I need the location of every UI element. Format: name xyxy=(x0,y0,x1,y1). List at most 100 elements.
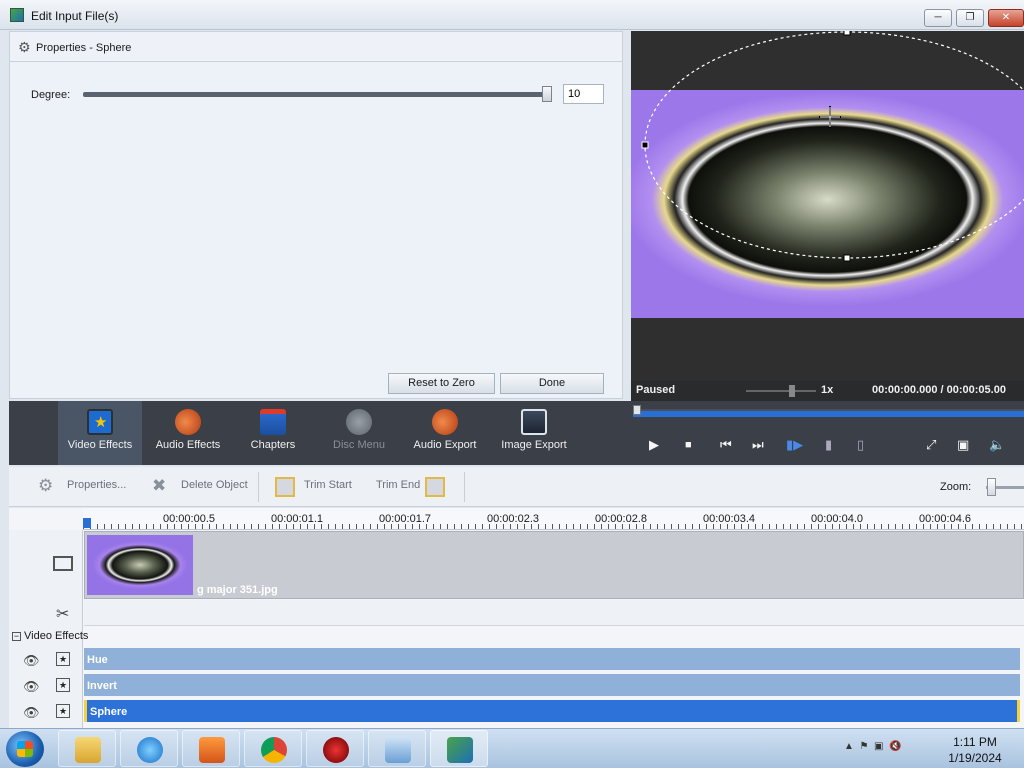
play-icon[interactable]: ▶ xyxy=(649,437,659,453)
chrome-icon xyxy=(261,737,287,763)
playhead[interactable] xyxy=(83,518,91,528)
close-icon: ✕ xyxy=(1001,12,1011,23)
clip-thumbnail[interactable] xyxy=(87,535,193,595)
volume-icon[interactable]: 🔈 xyxy=(989,437,1005,453)
degree-label: Degree: xyxy=(31,89,71,101)
loop-icon[interactable]: ▮▶ xyxy=(786,437,803,453)
snapshot-icon[interactable]: ▣ xyxy=(957,437,969,453)
degree-input[interactable] xyxy=(563,84,604,104)
app-taskbar-button[interactable] xyxy=(306,730,364,767)
start-button[interactable] xyxy=(6,731,44,767)
eye-icon[interactable]: 👁 xyxy=(23,653,40,669)
properties-panel: ⚙ Properties - Sphere Degree: Reset to Z… xyxy=(9,31,623,399)
speaker-export-icon xyxy=(432,409,458,435)
close-button[interactable]: ✕ xyxy=(988,9,1024,27)
delete-icon: ✖ xyxy=(152,476,167,495)
image-export-tab[interactable]: Image Export xyxy=(493,401,575,465)
properties-title: Properties - Sphere xyxy=(36,42,132,54)
internet-explorer-icon xyxy=(137,737,163,763)
app-icon xyxy=(10,8,24,22)
playback-speed: 1x xyxy=(821,384,834,396)
tray-icons[interactable]: ▲ ⚑ ▣ 🔇 xyxy=(844,741,901,752)
trim-end-button[interactable]: Trim End xyxy=(376,479,420,491)
effect-star-icon: ★ xyxy=(56,678,70,692)
eye-icon[interactable]: 👁 xyxy=(23,679,40,695)
maximize-button[interactable]: ❐ xyxy=(956,9,984,27)
collapse-icon[interactable]: − xyxy=(12,632,21,641)
separator xyxy=(464,472,465,502)
audio-export-tab[interactable]: Audio Export xyxy=(404,401,486,465)
title-bar: Edit Input File(s) ─ ❐ ✕ xyxy=(0,0,1024,30)
bookmark-film-icon xyxy=(260,409,286,435)
tab-label: Audio Export xyxy=(413,439,477,451)
eye-icon[interactable]: 👁 xyxy=(23,705,40,721)
speed-slider-thumb[interactable] xyxy=(789,385,795,397)
audio-effects-tab[interactable]: Audio Effects xyxy=(147,401,229,465)
media-player-icon xyxy=(199,737,225,763)
split-track[interactable] xyxy=(84,600,1024,626)
minimize-icon: ─ xyxy=(934,12,942,23)
zoom-label: Zoom: xyxy=(940,481,972,493)
disc-menu-tab[interactable]: Disc Menu xyxy=(321,401,397,465)
fullscreen-icon[interactable]: ⤢ xyxy=(926,437,936,453)
clip-filename: g major 351.jpg xyxy=(197,584,278,596)
effect-bar-hue[interactable]: Hue xyxy=(84,648,1020,670)
seek-knob[interactable] xyxy=(633,405,641,415)
trim-start-icon xyxy=(275,477,295,497)
speed-slider-track[interactable] xyxy=(746,390,816,392)
time-ruler[interactable]: 00:00:00.5 00:00:01.1 00:00:01.7 00:00:0… xyxy=(83,508,1024,530)
video-preview[interactable] xyxy=(631,31,1024,381)
done-button[interactable]: Done xyxy=(500,373,604,394)
handle-bottom[interactable] xyxy=(843,254,851,262)
tab-label: Image Export xyxy=(501,439,567,451)
media-player-taskbar-button[interactable] xyxy=(182,730,240,767)
section-title: Video Effects xyxy=(24,630,89,642)
trim-start-button[interactable]: Trim Start xyxy=(304,479,352,491)
handle-top[interactable] xyxy=(843,31,851,36)
effect-bar-invert[interactable]: Invert xyxy=(84,674,1020,696)
windows-logo-icon xyxy=(17,741,33,757)
reset-to-zero-button[interactable]: Reset to Zero xyxy=(388,373,495,394)
time-readout: 00:00:00.000 / 00:00:05.00 xyxy=(872,384,1006,396)
move-cursor-icon xyxy=(819,106,841,128)
video-editor-taskbar-button[interactable] xyxy=(430,730,488,767)
mark-out-icon[interactable]: ▯ xyxy=(857,437,864,453)
film-icon xyxy=(53,556,73,571)
star-icon: ★ xyxy=(87,409,113,435)
restore-icon: ❐ xyxy=(965,12,975,23)
action-bar: ⚙ Properties... ✖ Delete Object Trim Sta… xyxy=(9,467,1024,507)
degree-slider-thumb[interactable] xyxy=(542,86,552,102)
video-effects-section[interactable]: − Video Effects xyxy=(12,630,88,642)
delete-object-button[interactable]: Delete Object xyxy=(181,479,248,491)
timeline: 00:00:00.5 00:00:01.1 00:00:01.7 00:00:0… xyxy=(9,508,1024,728)
next-frame-icon[interactable]: ⏭ xyxy=(752,437,764,453)
stop-icon[interactable]: ■ xyxy=(685,437,692,453)
scissors-icon[interactable]: ✂ xyxy=(56,604,69,624)
previous-frame-icon[interactable]: ⏮ xyxy=(720,437,732,453)
tab-label: Chapters xyxy=(250,439,296,451)
control-panel-taskbar-button[interactable] xyxy=(368,730,426,767)
properties-button[interactable]: Properties... xyxy=(67,479,126,491)
chapters-tab[interactable]: Chapters xyxy=(237,401,309,465)
clock[interactable]: 1:11 PM 1/19/2024 xyxy=(940,734,1010,766)
sphere-ellipse[interactable] xyxy=(644,31,1024,259)
trim-end-icon xyxy=(425,477,445,497)
video-effects-tab[interactable]: ★ Video Effects xyxy=(58,401,142,465)
ie-taskbar-button[interactable] xyxy=(120,730,178,767)
sphere-selection-overlay[interactable] xyxy=(631,31,1024,381)
seek-bar[interactable] xyxy=(633,409,1024,417)
effect-bar-sphere[interactable]: Sphere xyxy=(84,700,1020,722)
degree-slider-track[interactable] xyxy=(83,92,551,97)
video-track[interactable]: g major 351.jpg xyxy=(84,531,1024,599)
handle-left[interactable] xyxy=(641,141,649,149)
window-controls: ─ ❐ ✕ xyxy=(920,9,1024,27)
clock-time: 1:11 PM xyxy=(953,735,997,749)
chrome-taskbar-button[interactable] xyxy=(244,730,302,767)
minimize-button[interactable]: ─ xyxy=(924,9,952,27)
folder-icon xyxy=(75,737,101,763)
taskbar: ▲ ⚑ ▣ 🔇 1:11 PM 1/19/2024 xyxy=(0,728,1024,768)
explorer-taskbar-button[interactable] xyxy=(58,730,116,767)
zoom-slider-thumb[interactable] xyxy=(987,478,996,496)
tab-label: Audio Effects xyxy=(155,439,221,451)
mark-in-icon[interactable]: ▮ xyxy=(825,437,832,453)
